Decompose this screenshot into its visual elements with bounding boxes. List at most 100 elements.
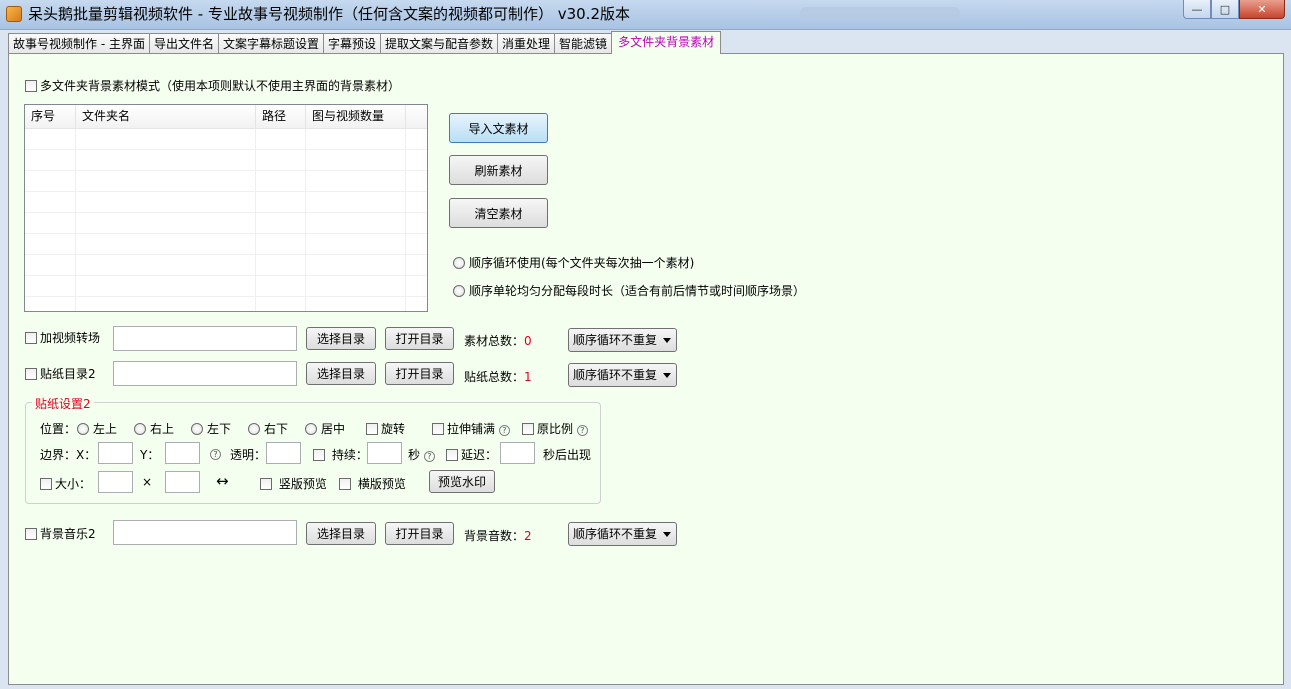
duration-label: 持续： xyxy=(331,448,368,462)
app-goose-icon xyxy=(6,6,22,22)
radio-circle[interactable] xyxy=(453,285,465,297)
radio-circle[interactable] xyxy=(191,423,203,435)
portrait-preview-checkbox[interactable]: 竖版预览 xyxy=(260,475,327,492)
close-icon[interactable]: ✕ xyxy=(1239,0,1285,19)
bg-music-checkbox[interactable]: 背景音乐2 xyxy=(25,525,96,542)
column-path[interactable]: 路径 xyxy=(256,105,306,128)
checkbox-box[interactable] xyxy=(25,528,37,540)
list-row xyxy=(25,255,427,276)
sticker-settings-group: 贴纸设置2 位置： 左上 右上 左下 右下 居中 旋转 拉伸铺满 ? 原比例 ?… xyxy=(25,395,601,504)
opacity-input[interactable] xyxy=(266,442,301,464)
maximize-icon[interactable]: □ xyxy=(1211,0,1239,19)
checkbox-box[interactable] xyxy=(432,423,444,435)
landscape-preview-checkbox[interactable]: 横版预览 xyxy=(339,475,406,492)
checkbox-box[interactable] xyxy=(366,423,378,435)
transition-choose-dir-button[interactable]: 选择目录 xyxy=(306,327,376,350)
tab-main[interactable]: 故事号视频制作 - 主界面 xyxy=(8,33,150,54)
delay-input[interactable] xyxy=(500,442,535,464)
tab-extract-dubbing[interactable]: 提取文案与配音参数 xyxy=(380,33,499,54)
border-y-input[interactable] xyxy=(165,442,200,464)
position-bottom-right-radio[interactable]: 右下 xyxy=(248,420,288,437)
radio-circle[interactable] xyxy=(305,423,317,435)
rotate-checkbox[interactable]: 旋转 xyxy=(366,420,405,437)
column-folder-name[interactable]: 文件夹名 xyxy=(76,105,256,128)
checkbox-box[interactable] xyxy=(339,478,351,490)
sticker-dir-checkbox[interactable]: 贴纸目录2 xyxy=(25,365,96,382)
ratio-checkbox[interactable]: 原比例 ? xyxy=(522,420,588,437)
tab-smart-filter[interactable]: 智能滤镜 xyxy=(554,33,613,54)
sticker-choose-dir-button[interactable]: 选择目录 xyxy=(306,362,376,385)
checkbox-box[interactable] xyxy=(522,423,534,435)
ratio-help-icon[interactable]: ? xyxy=(576,425,588,436)
swap-arrows-icon[interactable]: ↔ xyxy=(216,472,229,490)
refresh-material-button[interactable]: 刷新素材 xyxy=(449,155,548,185)
tab-dedup[interactable]: 消重处理 xyxy=(497,33,556,54)
seq-loop-label: 顺序循环使用(每个文件夹每次抽一个素材) xyxy=(469,256,695,270)
transition-dir-input[interactable] xyxy=(113,326,297,351)
checkbox-box[interactable] xyxy=(25,332,37,344)
tab-export-filename[interactable]: 导出文件名 xyxy=(148,33,219,54)
size-width-input[interactable] xyxy=(98,471,133,493)
tab-subtitle-title[interactable]: 文案字幕标题设置 xyxy=(217,33,324,54)
sticker-mode-select[interactable]: 顺序循环不重复 xyxy=(568,363,677,387)
tab-multi-folder-bg[interactable]: 多文件夹背景素材 xyxy=(611,31,722,54)
folder-list[interactable]: 序号 文件夹名 路径 图与视频数量 xyxy=(24,104,428,312)
transition-open-dir-button[interactable]: 打开目录 xyxy=(385,327,454,350)
bg-music-dir-input[interactable] xyxy=(113,520,297,545)
multi-folder-mode-checkbox[interactable]: 多文件夹背景素材模式（使用本项则默认不使用主界面的背景素材） xyxy=(25,77,400,94)
window-title: 呆头鹅批量剪辑视频软件 - 专业故事号视频制作（任何含文案的视频都可制作） v3… xyxy=(28,5,630,23)
delay-label: 延迟： xyxy=(461,448,498,462)
border-help[interactable]: ? xyxy=(210,446,221,460)
position-top-right-radio[interactable]: 右上 xyxy=(134,420,174,437)
delay-checkbox[interactable]: 延迟： xyxy=(446,446,497,463)
size-height-input[interactable] xyxy=(165,471,200,493)
seq-round-radio[interactable]: 顺序单轮均匀分配每段时长（适合有前后情节或时间顺序场景） xyxy=(453,282,805,299)
column-media-count[interactable]: 图与视频数量 xyxy=(306,105,406,128)
position-top-left-radio[interactable]: 左上 xyxy=(77,420,117,437)
import-material-button[interactable]: 导入文素材 xyxy=(449,113,548,143)
border-help-icon[interactable]: ? xyxy=(210,449,221,460)
bg-music-count-value: 2 xyxy=(524,529,532,543)
bg-music-open-dir-button[interactable]: 打开目录 xyxy=(385,522,454,545)
bg-music-choose-dir-button[interactable]: 选择目录 xyxy=(306,522,376,545)
border-y-label: Y： xyxy=(140,448,160,462)
checkbox-box[interactable] xyxy=(313,449,325,461)
sticker-dir-input[interactable] xyxy=(113,361,297,386)
tab-subtitle-preset[interactable]: 字幕预设 xyxy=(323,33,382,54)
transition-mode-select[interactable]: 顺序循环不重复 xyxy=(568,328,677,352)
bg-music-mode-select[interactable]: 顺序循环不重复 xyxy=(568,522,677,546)
position-center-radio[interactable]: 居中 xyxy=(305,420,345,437)
radio-circle[interactable] xyxy=(453,257,465,269)
stretch-help-icon[interactable]: ? xyxy=(498,425,510,436)
rotate-label: 旋转 xyxy=(381,422,406,436)
sticker-open-dir-button[interactable]: 打开目录 xyxy=(385,362,454,385)
stretch-checkbox[interactable]: 拉伸铺满 ? xyxy=(432,420,510,437)
transition-checkbox[interactable]: 加视频转场 xyxy=(25,329,100,346)
duration-input[interactable] xyxy=(367,442,402,464)
checkbox-box[interactable] xyxy=(25,368,37,380)
size-checkbox[interactable]: 大小： xyxy=(40,475,91,492)
duration-help-icon[interactable]: ? xyxy=(423,451,435,462)
checkbox-box[interactable] xyxy=(260,478,272,490)
list-row xyxy=(25,129,427,150)
position-center-label: 居中 xyxy=(321,422,346,436)
checkbox-box[interactable] xyxy=(40,478,52,490)
sticker-mode-value: 顺序循环不重复 xyxy=(573,368,658,382)
transition-mode-value: 顺序循环不重复 xyxy=(573,333,658,347)
position-top-left-label: 左上 xyxy=(93,422,118,436)
column-index[interactable]: 序号 xyxy=(25,105,76,128)
bg-music-mode-value: 顺序循环不重复 xyxy=(573,527,658,541)
minimize-icon[interactable]: — xyxy=(1183,0,1211,19)
position-bottom-left-label: 左下 xyxy=(207,422,232,436)
clear-material-button[interactable]: 清空素材 xyxy=(449,198,548,228)
radio-circle[interactable] xyxy=(77,423,89,435)
radio-circle[interactable] xyxy=(248,423,260,435)
seq-loop-radio[interactable]: 顺序循环使用(每个文件夹每次抽一个素材) xyxy=(453,254,694,271)
preview-watermark-button[interactable]: 预览水印 xyxy=(429,470,495,493)
position-bottom-left-radio[interactable]: 左下 xyxy=(191,420,231,437)
checkbox-box[interactable] xyxy=(446,449,458,461)
border-x-input[interactable] xyxy=(98,442,133,464)
checkbox-box[interactable] xyxy=(25,80,37,92)
radio-circle[interactable] xyxy=(134,423,146,435)
duration-checkbox[interactable]: 持续： xyxy=(313,446,368,463)
